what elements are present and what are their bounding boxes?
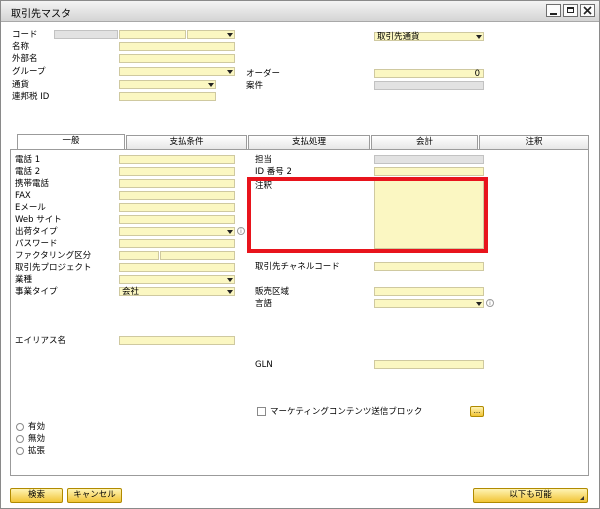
contact-person-field[interactable] xyxy=(374,155,484,164)
fax-label: FAX xyxy=(15,191,31,201)
chevron-down-icon xyxy=(227,33,233,37)
inactive-label: 無効 xyxy=(28,434,46,444)
gln-label: GLN xyxy=(255,360,273,370)
tab-payment-run[interactable]: 支払処理 xyxy=(248,135,370,149)
id-no2-field[interactable] xyxy=(374,167,484,176)
tab-accounting[interactable]: 会計 xyxy=(371,135,478,149)
language-label: 言語 xyxy=(255,299,273,309)
opportunities-label: 案件 xyxy=(246,81,264,91)
tel2-field[interactable] xyxy=(119,167,235,176)
block-marketing-checkbox[interactable] xyxy=(257,407,266,416)
contact-person-label: 担当 xyxy=(255,155,273,165)
factoring-field-1[interactable] xyxy=(119,251,159,260)
window-title: 取引先マスタ xyxy=(11,9,71,20)
federal-tax-field[interactable] xyxy=(119,92,216,101)
info-icon[interactable]: i xyxy=(486,299,494,307)
alias-label: エイリアス名 xyxy=(15,336,67,346)
chevron-down-icon xyxy=(476,302,482,306)
highlight-box xyxy=(247,177,488,253)
mobile-label: 携帯電話 xyxy=(15,179,50,189)
cancel-button[interactable]: キャンセル xyxy=(67,488,122,503)
title-bar: 取引先マスタ xyxy=(1,1,599,22)
minimize-icon[interactable] xyxy=(546,4,561,17)
chevron-down-icon xyxy=(476,35,482,39)
orders-value: 0 xyxy=(474,69,480,79)
foreign-name-field[interactable] xyxy=(119,54,235,63)
maximize-icon[interactable] xyxy=(563,4,578,17)
tel2-label: 電話 2 xyxy=(15,167,41,177)
territory-field[interactable] xyxy=(374,287,484,296)
territory-label: 販売区域 xyxy=(255,287,290,297)
orders-field[interactable]: 0 xyxy=(374,69,484,79)
password-label: パスワード xyxy=(15,239,58,249)
tab-general[interactable]: 一般 xyxy=(17,134,125,150)
foreign-name-label: 外部名 xyxy=(12,54,38,64)
business-type-label: 事業タイプ xyxy=(15,287,58,297)
business-type-value: 会社 xyxy=(122,287,140,297)
alias-field[interactable] xyxy=(119,336,235,345)
currency-select[interactable] xyxy=(119,80,216,89)
tel1-field[interactable] xyxy=(119,155,235,164)
active-radio[interactable] xyxy=(16,423,24,431)
also-possible-button[interactable]: 以下も可能 xyxy=(473,488,588,503)
business-type-select[interactable]: 会社 xyxy=(119,287,235,297)
series-field[interactable] xyxy=(54,30,118,39)
shipping-type-label: 出荷タイプ xyxy=(15,227,58,237)
chevron-down-icon xyxy=(227,70,233,74)
code-field[interactable] xyxy=(119,30,186,39)
advanced-radio[interactable] xyxy=(16,447,24,455)
ellipsis-button[interactable]: ... xyxy=(470,406,484,417)
bp-channel-code-field[interactable] xyxy=(374,262,484,271)
bp-currency-value: 取引先通貨 xyxy=(377,32,420,42)
tab-payment-terms[interactable]: 支払条件 xyxy=(126,135,247,149)
mobile-field[interactable] xyxy=(119,179,235,188)
bp-master-window: 取引先マスタ コード 名称 外部名 グループ 通貨 連邦税 ID 取引先通貨 オ… xyxy=(0,0,600,509)
chevron-down-icon xyxy=(227,278,233,282)
currency-label: 通貨 xyxy=(12,80,30,90)
website-label: Web サイト xyxy=(15,215,62,225)
bp-currency-select[interactable]: 取引先通貨 xyxy=(374,32,484,42)
group-label: グループ xyxy=(12,67,46,77)
factoring-label: ファクタリング区分 xyxy=(15,251,92,261)
active-label: 有効 xyxy=(28,422,46,432)
group-select[interactable] xyxy=(119,67,235,76)
shipping-type-select[interactable] xyxy=(119,227,235,236)
block-marketing-label: マーケティングコンテンツ送信ブロック xyxy=(270,407,423,417)
bp-project-field[interactable] xyxy=(119,263,235,272)
inactive-radio[interactable] xyxy=(16,435,24,443)
email-label: Eメール xyxy=(15,203,46,213)
opportunities-field[interactable] xyxy=(374,81,484,90)
tab-remarks[interactable]: 注釈 xyxy=(479,135,589,149)
federal-tax-label: 連邦税 ID xyxy=(12,92,50,102)
tel1-label: 電話 1 xyxy=(15,155,41,165)
id-no2-label: ID 番号 2 xyxy=(255,167,292,177)
chevron-down-icon xyxy=(227,290,233,294)
code-label: コード xyxy=(12,30,38,40)
bp-channel-code-label: 取引先チャネルコード xyxy=(255,262,340,272)
advanced-label: 拡張 xyxy=(28,446,46,456)
name-label: 名称 xyxy=(12,42,30,52)
industry-select[interactable] xyxy=(119,275,235,284)
language-select[interactable] xyxy=(374,299,484,308)
info-icon[interactable]: i xyxy=(237,227,245,235)
corner-arrow-icon xyxy=(580,496,584,500)
chevron-down-icon xyxy=(208,83,214,87)
email-field[interactable] xyxy=(119,203,235,212)
bp-type-select[interactable] xyxy=(187,30,235,39)
also-possible-label: 以下も可能 xyxy=(509,490,552,500)
industry-label: 業種 xyxy=(15,275,33,285)
bp-project-label: 取引先プロジェクト xyxy=(15,263,92,273)
factoring-field-2[interactable] xyxy=(160,251,235,260)
name-field[interactable] xyxy=(119,42,235,51)
password-field[interactable] xyxy=(119,239,235,248)
close-icon[interactable] xyxy=(580,4,595,17)
orders-label: オーダー xyxy=(246,69,281,79)
website-field[interactable] xyxy=(119,215,235,224)
gln-field[interactable] xyxy=(374,360,484,369)
fax-field[interactable] xyxy=(119,191,235,200)
chevron-down-icon xyxy=(227,230,233,234)
find-button[interactable]: 検索 xyxy=(10,488,63,503)
